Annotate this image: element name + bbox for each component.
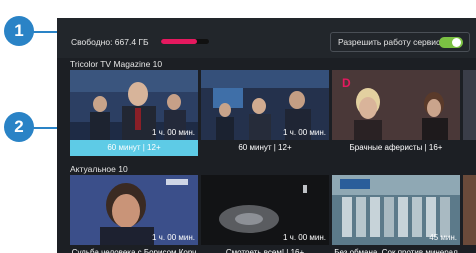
allow-service-label: Разрешить работу сервиса <box>338 37 446 47</box>
program-card[interactable]: D Брачные аферисты | 16+ <box>332 70 460 156</box>
top-bar: Свободно: 667.4 ГБ Разрешить работу серв… <box>57 18 476 58</box>
duration-label: 45 мин. <box>429 233 457 242</box>
program-card[interactable]: 1 ч. 00 мин. 60 минут | 12+ <box>201 70 329 156</box>
storage-usage-bar <box>161 39 209 44</box>
program-card[interactable]: 1 ч. 00 мин. Судьба человека с Борисом К… <box>70 175 198 253</box>
program-thumbnail <box>463 175 476 245</box>
svg-text:D: D <box>342 76 351 90</box>
free-space-label: Свободно: 667.4 ГБ <box>71 37 149 47</box>
program-thumbnail: 1 ч. 00 мин. <box>201 175 329 245</box>
program-caption: Смотреть всем! | 16+ <box>225 248 305 253</box>
program-caption: Судьба человека с Борисом Корч <box>71 248 197 253</box>
program-thumbnail <box>463 70 476 140</box>
allow-service-toggle[interactable] <box>439 37 463 48</box>
program-card[interactable]: 1 ч. 00 мин. Смотреть всем! | 16+ <box>201 175 329 253</box>
toggle-knob <box>452 38 461 47</box>
program-thumbnail: 1 ч. 00 мин. <box>70 70 198 140</box>
program-card-partial[interactable] <box>463 70 476 156</box>
callout-1: 1 <box>4 16 34 46</box>
callout-2: 2 <box>4 112 34 142</box>
duration-label: 1 ч. 00 мин. <box>151 233 195 242</box>
program-card-partial[interactable] <box>463 175 476 253</box>
tv-screen: Свободно: 667.4 ГБ Разрешить работу серв… <box>57 18 476 253</box>
program-thumbnail: D <box>332 70 460 140</box>
duration-label: 1 ч. 00 мин. <box>282 233 326 242</box>
program-caption: 60 минут | 12+ <box>70 140 198 156</box>
section-title-magazine: Tricolor TV Magazine 10 <box>70 59 163 69</box>
allow-service-toggle-button[interactable]: Разрешить работу сервиса <box>330 32 470 52</box>
storage-usage-fill <box>161 39 197 44</box>
duration-label: 1 ч. 00 мин. <box>282 128 326 137</box>
program-caption: Брачные аферисты | 16+ <box>349 143 443 152</box>
program-caption: 60 минут | 12+ <box>238 143 292 152</box>
program-thumbnail: 45 мин. <box>332 175 460 245</box>
program-thumbnail: 1 ч. 00 мин. <box>201 70 329 140</box>
program-card[interactable]: 45 мин. Без обмана. Сок против минерал <box>332 175 460 253</box>
program-thumbnail: 1 ч. 00 мин. <box>70 175 198 245</box>
section-title-actual: Актуальное 10 <box>70 164 128 174</box>
program-caption: Без обмана. Сок против минерал <box>334 248 458 253</box>
program-card[interactable]: 1 ч. 00 мин. 60 минут | 12+ <box>70 70 198 156</box>
duration-label: 1 ч. 00 мин. <box>151 128 195 137</box>
callout-line-1 <box>30 31 60 33</box>
